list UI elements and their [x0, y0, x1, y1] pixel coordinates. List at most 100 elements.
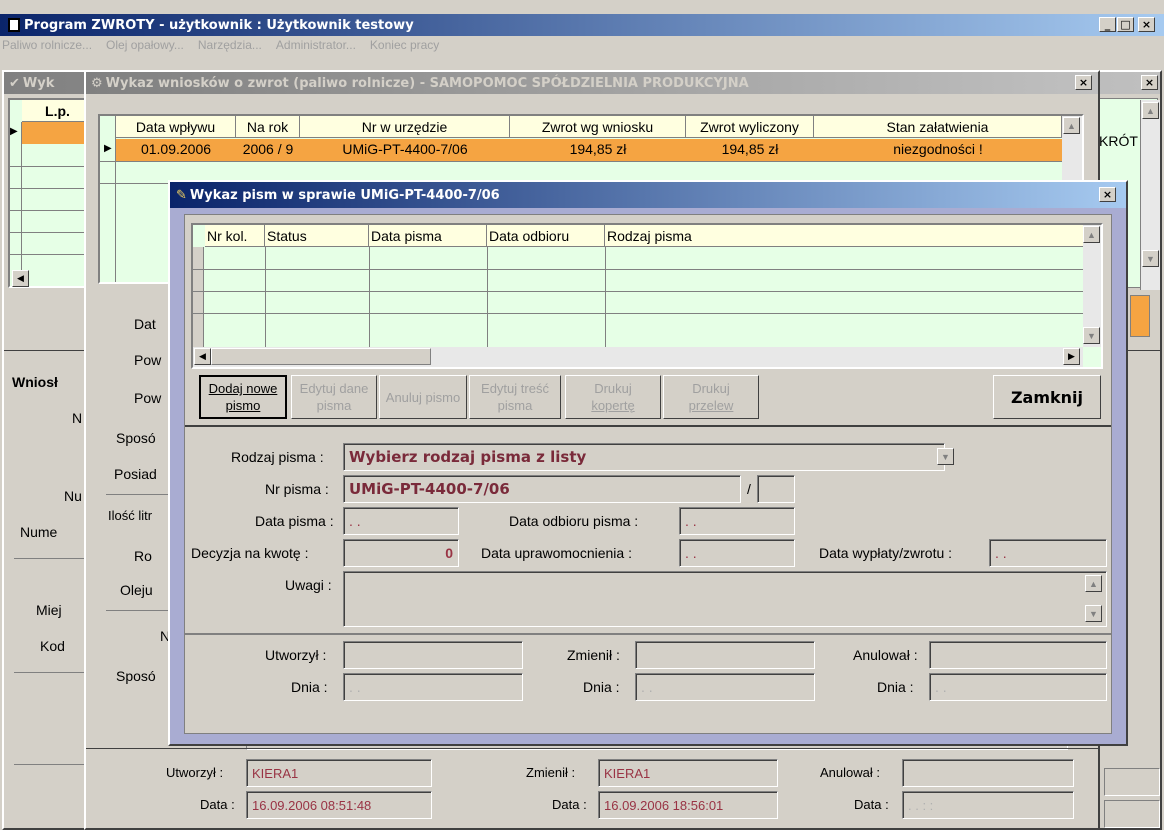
letter-number-field[interactable]: UMiG-PT-4400-7/06: [343, 475, 741, 503]
letter-type-select[interactable]: Wybierz rodzaj pisma z listy: [343, 443, 945, 471]
label-miej: Miej: [36, 602, 62, 618]
right-scroll-1[interactable]: ▲ ▼: [1140, 100, 1160, 290]
created-label: Utworzył :: [265, 647, 327, 663]
app-title: Program ZWROTY - użytkownik : Użytkownik…: [24, 17, 414, 33]
dialog-title: Wykaz pism w sprawie UMiG-PT-4400-7/06: [189, 187, 500, 203]
number-slash: /: [747, 481, 751, 497]
print-transfer-button[interactable]: Drukuj przelew: [663, 375, 759, 419]
pisma-scroll-down[interactable]: ▼: [1083, 327, 1100, 344]
validity-date-field[interactable]: . .: [679, 539, 795, 567]
cell-nr-w-urzedzie: UMiG-PT-4400-7/06: [342, 141, 468, 157]
notes-scroll-up[interactable]: ▲: [1085, 575, 1102, 592]
window-1-grid[interactable]: L.p. ▶: [8, 98, 94, 288]
decision-amount-field[interactable]: 0: [343, 539, 459, 567]
col-zwrot-wyliczony[interactable]: Zwrot wyliczony: [686, 116, 814, 138]
dialog-title-bar: ✎ Wykaz pism w sprawie UMiG-PT-4400-7/06: [170, 182, 1126, 208]
menu-olej[interactable]: Olej opałowy...: [106, 38, 184, 58]
cancelled-label: Anulował :: [853, 647, 918, 663]
letter-date-field[interactable]: . .: [343, 507, 459, 535]
letter-number-suffix[interactable]: [757, 475, 795, 503]
dialog-close-button[interactable]: ×: [1099, 187, 1116, 202]
pisma-vscroll[interactable]: ▲ ▼: [1083, 225, 1101, 347]
col-rodzaj-pisma[interactable]: Rodzaj pisma: [605, 225, 1089, 247]
col-data-odbioru[interactable]: Data odbioru: [487, 225, 605, 247]
pisma-scroll-up[interactable]: ▲: [1083, 226, 1100, 243]
edit-content-line2: pisma: [497, 398, 533, 413]
pisma-grid[interactable]: Nr kol. Status Data pisma Data odbioru R…: [191, 223, 1103, 369]
col-data-wplywu[interactable]: Data wpływu: [116, 116, 236, 138]
cancel-letter-button[interactable]: Anuluj pismo: [379, 375, 467, 419]
window-2-footer: Utworzył : KIERA1 Data : 16.09.2006 08:5…: [86, 748, 1098, 828]
col-stan-zalatwienia[interactable]: Stan załatwienia: [814, 116, 1062, 138]
type-label: Rodzaj pisma :: [231, 449, 324, 465]
created-day-field: . .: [343, 673, 523, 701]
print-envelope-line1: Drukuj: [594, 381, 632, 396]
maximize-button[interactable]: □: [1117, 17, 1134, 32]
col-nr-kol[interactable]: Nr kol.: [205, 225, 265, 247]
right-field-2: [1104, 800, 1160, 828]
right-field-1: [1104, 768, 1160, 796]
edit-letter-data-button[interactable]: Edytuj dane pisma: [291, 375, 377, 419]
menu-paliwo[interactable]: Paliwo rolnicze...: [2, 38, 92, 58]
wnioski-scroll-up[interactable]: ▲: [1063, 117, 1080, 134]
pisma-hscroll-thumb[interactable]: [211, 348, 431, 365]
close-dialog-button[interactable]: Zamknij: [993, 375, 1101, 419]
menu-bar: Paliwo rolnicze... Olej opałowy... Narzę…: [0, 38, 1164, 58]
window-1-close-button[interactable]: ×: [1141, 75, 1158, 90]
chevron-down-icon[interactable]: ▼: [937, 448, 954, 465]
label-sposob-1: Sposó: [116, 430, 156, 446]
minimize-button[interactable]: _: [1099, 17, 1116, 32]
window-2-title: Wykaz wniosków o zwrot (paliwo rolnicze)…: [105, 75, 749, 91]
payout-date-field[interactable]: . .: [989, 539, 1107, 567]
label-posiad: Posiad: [114, 466, 157, 482]
footer-cancel-label: Anulował :: [820, 765, 880, 780]
pisma-scroll-left[interactable]: ◀: [194, 348, 211, 365]
edit-letter-content-button[interactable]: Edytuj treść pisma: [469, 375, 561, 419]
label-dat: Dat: [134, 316, 156, 332]
cell-data-wplywu: 01.09.2006: [140, 141, 212, 157]
col-status[interactable]: Status: [265, 225, 369, 247]
number-label: Nr pisma :: [265, 481, 329, 497]
cancelled-day-label: Dnia :: [877, 679, 914, 695]
col-nr-w-urzedzie[interactable]: Nr w urzędzie: [300, 116, 510, 138]
cancelled-day-field: . .: [929, 673, 1107, 701]
cell-stan-zalatwienia: niezgodności !: [893, 141, 983, 157]
menu-administrator[interactable]: Administrator...: [276, 38, 356, 58]
col-zwrot-wg-wniosku[interactable]: Zwrot wg wniosku: [510, 116, 686, 138]
label-nu: Nu: [64, 488, 82, 504]
col-data-pisma[interactable]: Data pisma: [369, 225, 487, 247]
footer-created-date: 16.09.2006 08:51:48: [246, 791, 432, 819]
window-2-close-button[interactable]: ×: [1075, 75, 1092, 90]
window-1-scroll-left[interactable]: ◀: [12, 270, 29, 287]
right-scroll-down[interactable]: ▼: [1142, 250, 1159, 267]
label-n: N: [72, 410, 83, 426]
cell-zwrot-wg-wniosku: 194,85 zł: [569, 141, 627, 157]
label-wniosek: Wniosł: [12, 374, 58, 390]
window-2-icon: ⚙: [91, 75, 103, 91]
close-button[interactable]: ×: [1138, 17, 1155, 32]
wnioski-row[interactable]: 01.09.2006 2006 / 9 UMiG-PT-4400-7/06 19…: [116, 139, 1062, 161]
label-kod: Kod: [40, 638, 65, 654]
notes-scroll-down[interactable]: ▼: [1085, 605, 1102, 622]
receipt-label: Data odbioru pisma :: [509, 513, 639, 529]
window-2-title-bar: ⚙ Wykaz wniosków o zwrot (paliwo rolnicz…: [86, 72, 1098, 94]
right-scroll-up[interactable]: ▲: [1142, 102, 1159, 119]
pisma-scroll-right[interactable]: ▶: [1063, 348, 1080, 365]
menu-koniec[interactable]: Koniec pracy: [370, 38, 439, 58]
add-letter-button[interactable]: Dodaj nowe pismo: [199, 375, 287, 419]
changed-label: Zmienił :: [567, 647, 620, 663]
edit-data-line1: Edytuj dane: [299, 381, 369, 396]
label-pow-2: Pow: [134, 390, 162, 406]
label-ilosc-litr: Ilość litr: [108, 508, 153, 523]
notes-field[interactable]: [343, 571, 1107, 627]
footer-changed-label: Zmienił :: [526, 765, 576, 780]
validity-label: Data uprawomocnienia :: [481, 545, 632, 561]
add-letter-line1: Dodaj nowe: [208, 381, 278, 396]
pisma-hscroll[interactable]: ◀ ▶: [193, 347, 1083, 367]
receipt-date-field[interactable]: . .: [679, 507, 795, 535]
edit-content-line1: Edytuj treść: [481, 381, 549, 396]
menu-narzedzia[interactable]: Narzędzia...: [198, 38, 262, 58]
label-oleju: Oleju: [120, 582, 153, 598]
col-na-rok[interactable]: Na rok: [236, 116, 300, 138]
print-envelope-button[interactable]: Drukuj kopertę: [565, 375, 661, 419]
